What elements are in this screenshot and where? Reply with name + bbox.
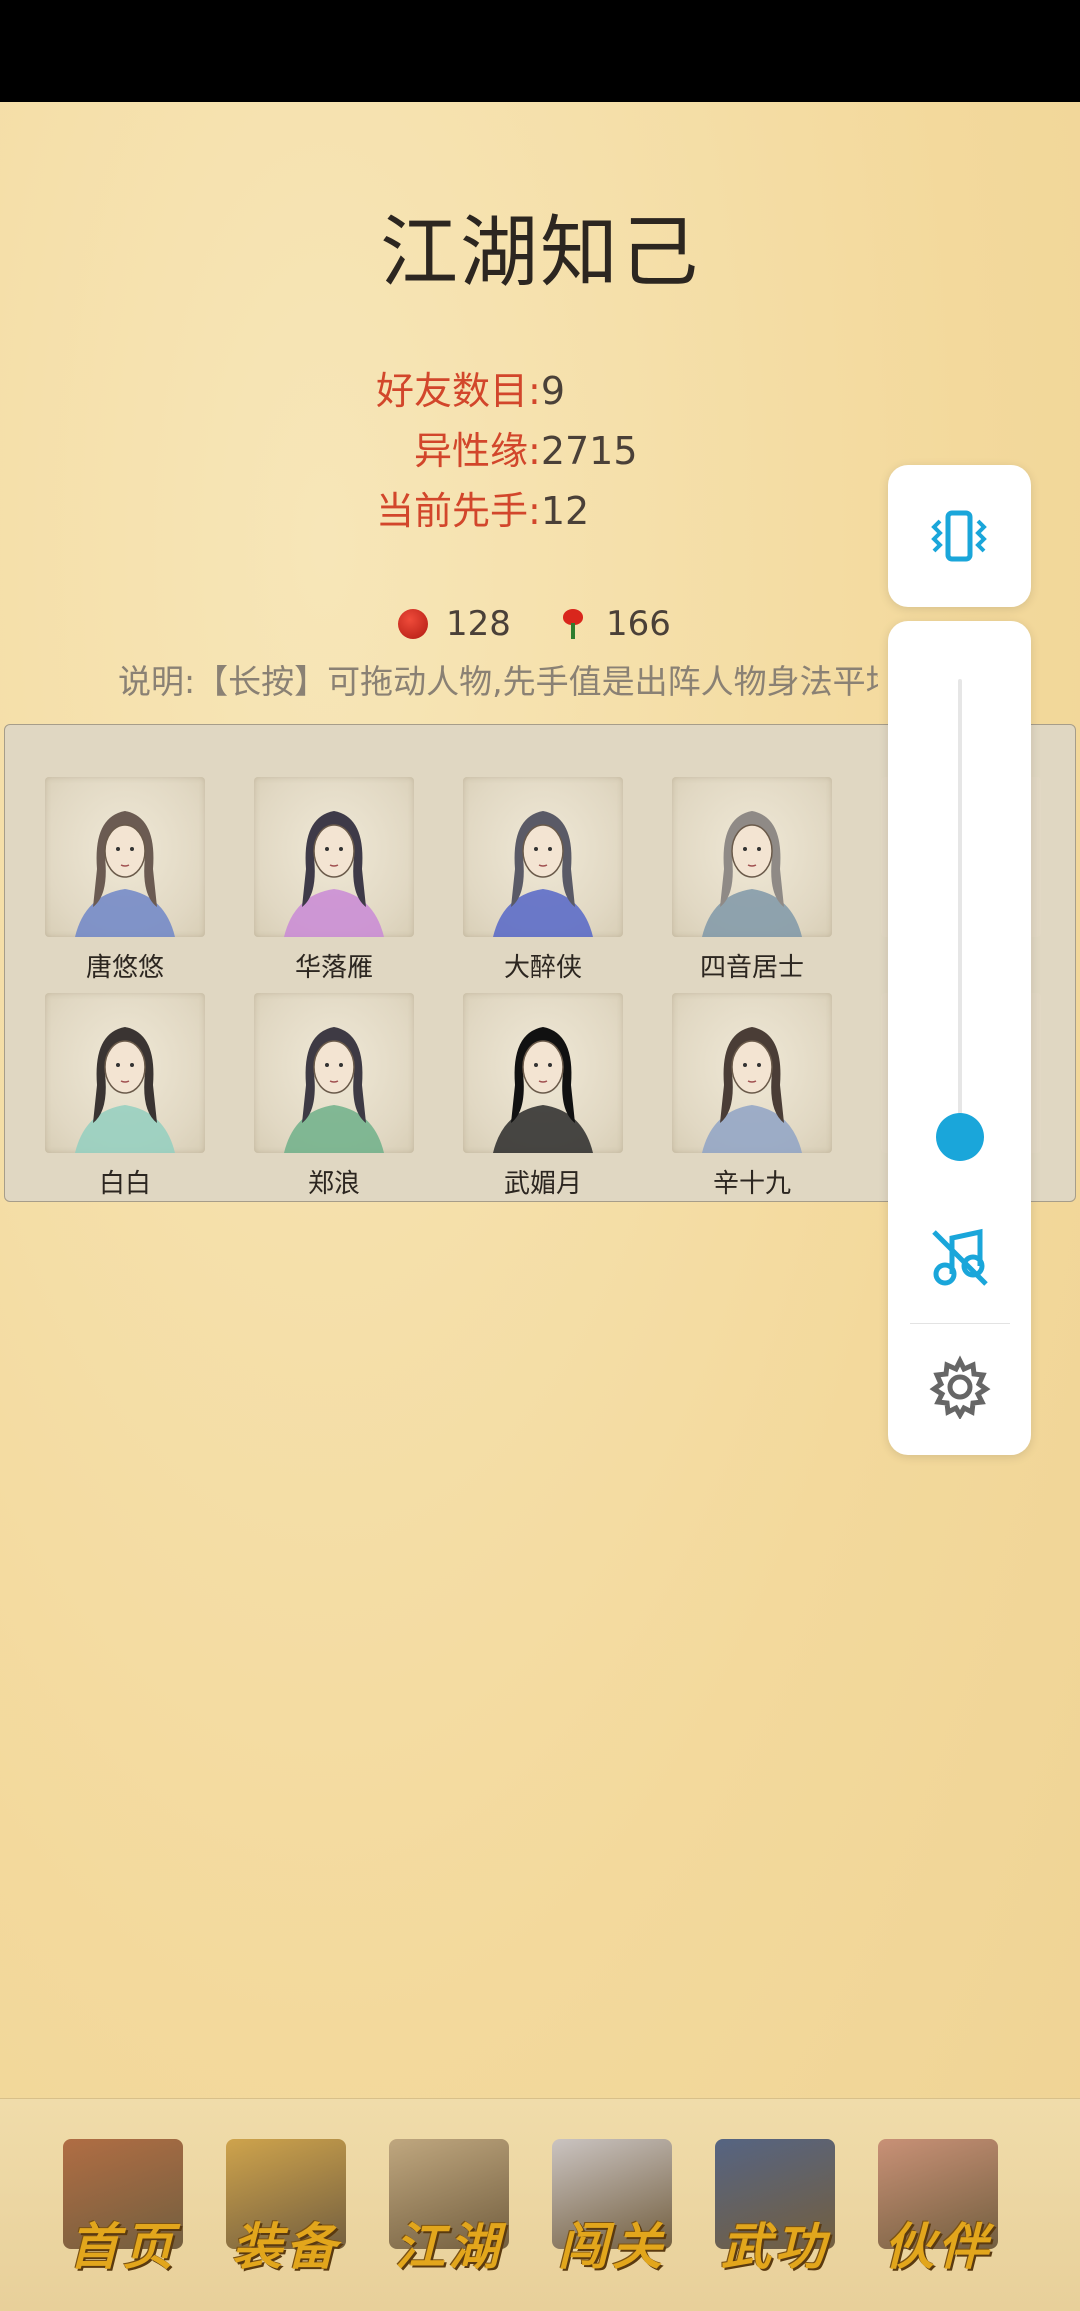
character-card[interactable]: 白白 (45, 993, 205, 1200)
nav-item[interactable]: 江湖 (374, 2139, 524, 2279)
initiative: 当前先手:12 (376, 489, 590, 533)
character-card[interactable]: 四音居士 (672, 777, 832, 984)
status-bar (0, 0, 1080, 102)
character-card[interactable]: 辛十九 (672, 993, 832, 1200)
nav-label: 装备 (232, 2217, 340, 2276)
red-coin-balance: 128 (398, 600, 511, 648)
gear-icon[interactable] (928, 1355, 992, 1419)
nav-label: 伙伴 (884, 2217, 992, 2276)
character-portrait (254, 777, 414, 937)
divider (910, 1323, 1010, 1324)
volume-slider-track[interactable] (958, 679, 962, 1159)
character-card[interactable]: 大醉侠 (463, 777, 623, 984)
character-portrait (45, 993, 205, 1153)
character-portrait (463, 993, 623, 1153)
character-name: 辛十九 (712, 1169, 791, 1199)
vibrate-icon (931, 510, 987, 562)
nav-label: 闯关 (558, 2217, 666, 2276)
nav-item[interactable]: 闯关 (537, 2139, 687, 2279)
volume-slider-knob[interactable] (936, 1112, 984, 1161)
nav-item[interactable]: 伙伴 (863, 2139, 1013, 2279)
character-portrait (672, 993, 832, 1153)
character-portrait (45, 777, 205, 937)
red-coin-icon (398, 609, 428, 639)
character-portrait (254, 993, 414, 1153)
character-name: 武媚月 (503, 1169, 582, 1199)
character-card[interactable]: 郑浪 (254, 993, 414, 1200)
character-name: 郑浪 (307, 1169, 360, 1199)
character-card[interactable]: 唐悠悠 (45, 777, 205, 984)
instruction-note: 说明:【长按】可拖动人物,先手值是出阵人物身法平均 (118, 662, 878, 701)
character-portrait (672, 777, 832, 937)
character-name: 大醉侠 (503, 953, 582, 983)
bottom-navigation: 首页 装备 江湖 闯关 武功 伙伴 (0, 2098, 1080, 2311)
rose-balance: 166 (558, 600, 671, 648)
nav-item[interactable]: 首页 (48, 2139, 198, 2279)
nav-label: 江湖 (395, 2217, 503, 2276)
character-name: 四音居士 (699, 953, 804, 983)
character-card[interactable]: 华落雁 (254, 777, 414, 984)
music-off-icon[interactable] (928, 1226, 992, 1290)
character-name: 唐悠悠 (85, 953, 164, 983)
rose-icon (558, 609, 588, 639)
friend-count: 好友数目:9 (376, 369, 565, 413)
page-title: 江湖知己 (379, 208, 700, 298)
vibrate-toggle[interactable] (888, 465, 1031, 607)
nav-label: 首页 (69, 2217, 177, 2276)
character-name: 白白 (98, 1169, 151, 1199)
opposite-sex-affinity: 异性缘:2715 (414, 429, 638, 473)
character-portrait (463, 777, 623, 937)
nav-label: 武功 (721, 2217, 829, 2276)
sound-settings-panel (888, 621, 1031, 1455)
character-name: 华落雁 (294, 953, 373, 983)
nav-item[interactable]: 武功 (700, 2139, 850, 2279)
character-card[interactable]: 武媚月 (463, 993, 623, 1200)
nav-item[interactable]: 装备 (211, 2139, 361, 2279)
